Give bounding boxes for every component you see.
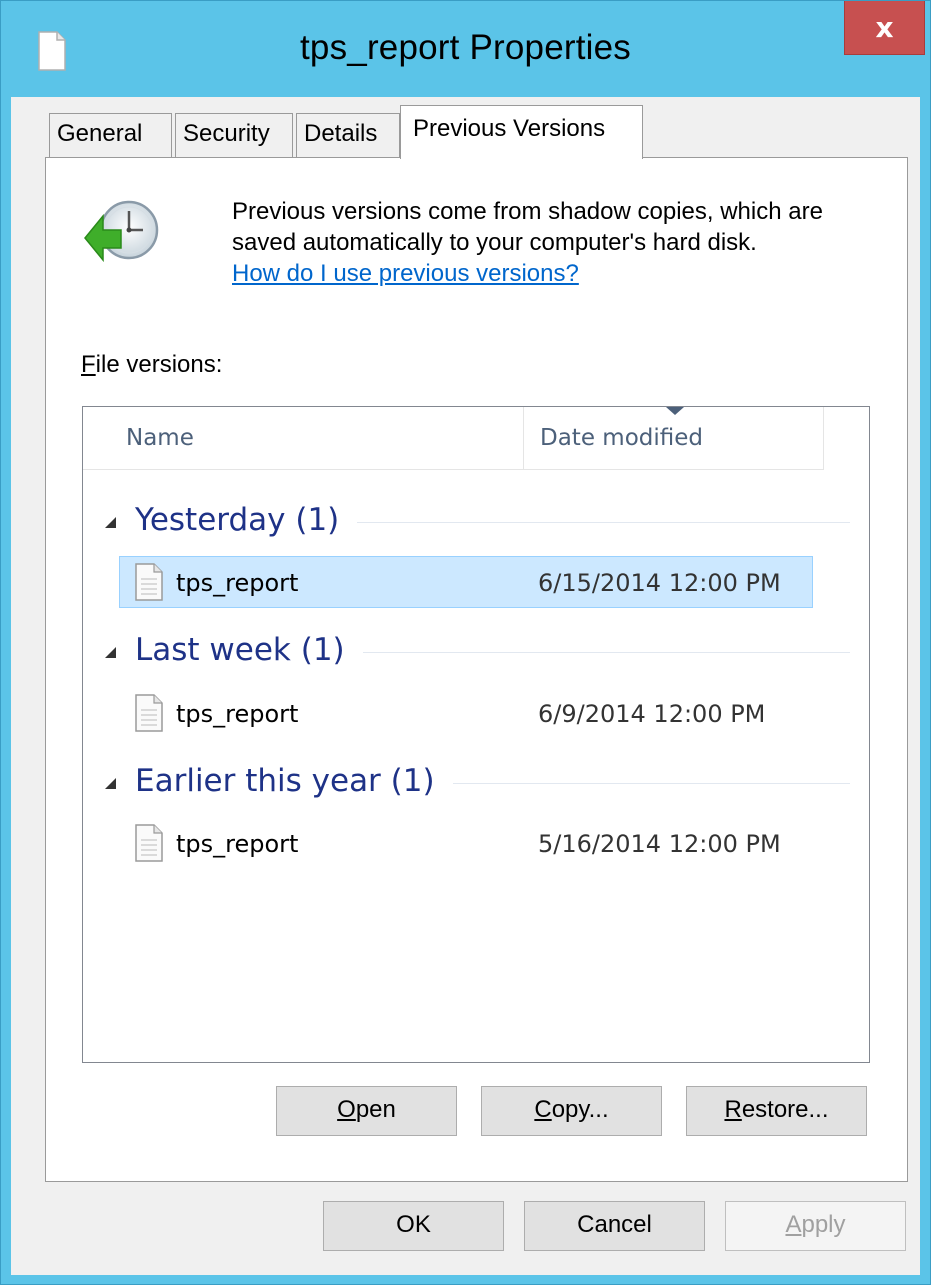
collapse-triangle-icon[interactable]: [105, 646, 116, 658]
info-description: Previous versions come from shadow copie…: [232, 196, 872, 289]
previous-versions-panel: Previous versions come from shadow copie…: [45, 157, 908, 1182]
restore-clock-icon: [84, 200, 159, 263]
tab-security[interactable]: Security: [175, 113, 293, 157]
tab-details[interactable]: Details: [296, 113, 400, 157]
group-header-earlier-this-year[interactable]: Earlier this year (1): [105, 761, 850, 801]
file-name: tps_report: [176, 700, 299, 728]
column-header-date-modified[interactable]: Date modified: [524, 407, 824, 469]
restore-button[interactable]: Restore...: [686, 1086, 867, 1136]
file-name: tps_report: [176, 569, 299, 597]
document-icon: [135, 563, 163, 601]
open-button[interactable]: Open: [276, 1086, 457, 1136]
open-label: pen: [355, 1096, 396, 1123]
header-divider: [83, 469, 824, 470]
group-header-last-week[interactable]: Last week (1): [105, 630, 850, 670]
properties-window: tps_report Properties x General Security…: [0, 0, 931, 1285]
group-divider: [452, 782, 850, 784]
close-button[interactable]: x: [844, 1, 925, 55]
cancel-button[interactable]: Cancel: [524, 1201, 705, 1251]
dialog-client-area: General Security Details Previous Versio…: [11, 97, 920, 1275]
tab-previous-versions[interactable]: Previous Versions: [400, 105, 643, 159]
group-divider: [362, 651, 850, 653]
copy-mnemonic: C: [534, 1096, 552, 1123]
group-title: Last week (1): [135, 632, 345, 668]
apply-button[interactable]: Apply: [725, 1201, 906, 1251]
window-title: tps_report Properties: [299, 28, 632, 67]
file-name: tps_report: [176, 830, 299, 858]
group-divider: [357, 521, 850, 523]
file-versions-label: File versions:: [81, 351, 222, 379]
file-versions-mnemonic: F: [81, 351, 96, 378]
collapse-triangle-icon[interactable]: [105, 777, 116, 789]
restore-mnemonic: R: [724, 1096, 742, 1123]
copy-label: opy...: [551, 1096, 609, 1123]
open-mnemonic: O: [337, 1096, 356, 1123]
restore-label: estore...: [741, 1096, 829, 1123]
copy-button[interactable]: Copy...: [481, 1086, 662, 1136]
collapse-triangle-icon[interactable]: [105, 516, 116, 528]
info-description-text: Previous versions come from shadow copie…: [232, 198, 823, 256]
help-link[interactable]: How do I use previous versions?: [232, 258, 579, 289]
file-date: 5/16/2014 12:00 PM: [538, 830, 781, 858]
group-header-yesterday[interactable]: Yesterday (1): [105, 500, 850, 540]
file-versions-list[interactable]: Name Date modified Yesterday (1) tps_rep…: [82, 406, 870, 1063]
document-icon: [135, 824, 163, 862]
list-item[interactable]: tps_report 6/9/2014 12:00 PM: [119, 687, 813, 739]
file-date: 6/9/2014 12:00 PM: [538, 700, 766, 728]
apply-mnemonic: A: [785, 1211, 802, 1238]
group-title: Earlier this year (1): [135, 763, 435, 799]
document-icon: [135, 694, 163, 732]
close-icon: x: [875, 11, 894, 44]
apply-label: pply: [801, 1211, 846, 1238]
list-item[interactable]: tps_report 6/15/2014 12:00 PM: [119, 556, 813, 608]
title-bar[interactable]: tps_report Properties x: [1, 1, 930, 97]
group-title: Yesterday (1): [135, 502, 340, 538]
ok-button[interactable]: OK: [323, 1201, 504, 1251]
file-versions-label-text: ile versions:: [95, 351, 223, 378]
column-header-name[interactable]: Name: [83, 407, 524, 469]
list-item[interactable]: tps_report 5/16/2014 12:00 PM: [119, 817, 813, 869]
sort-descending-icon: [666, 407, 684, 415]
file-date: 6/15/2014 12:00 PM: [538, 569, 781, 597]
tab-general[interactable]: General: [49, 113, 172, 157]
